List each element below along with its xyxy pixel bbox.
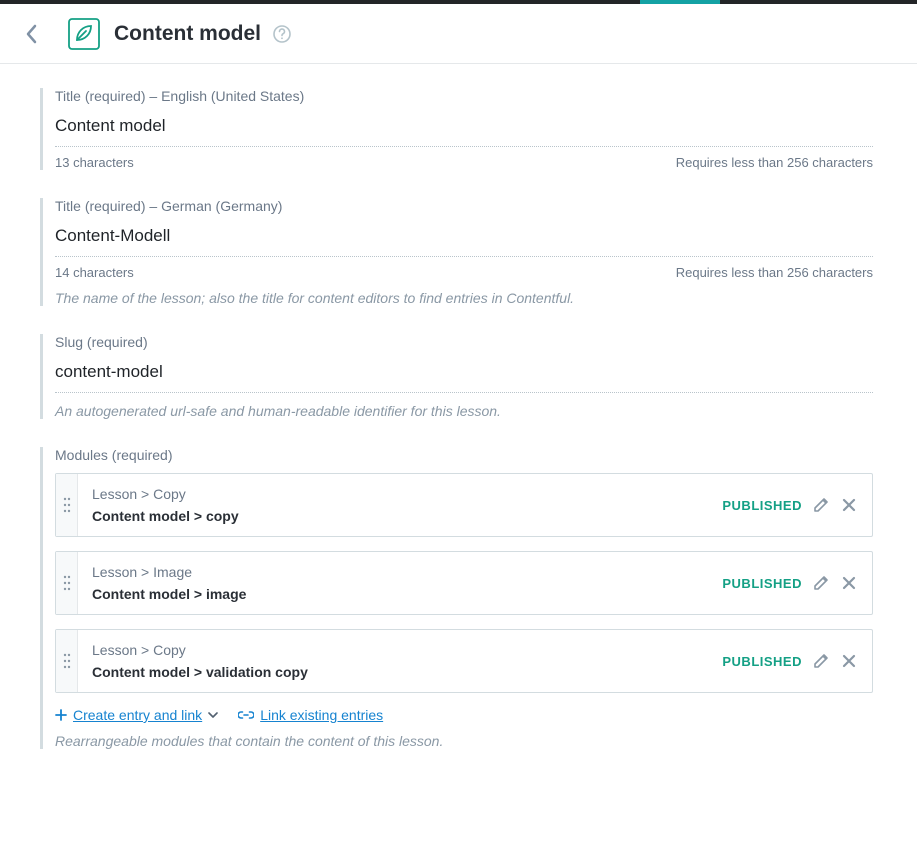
back-button[interactable] (20, 22, 44, 46)
module-footer: Create entry and link Link existing entr… (55, 707, 873, 723)
status-badge: PUBLISHED (722, 498, 802, 513)
drag-handle[interactable] (56, 630, 78, 692)
content-area: Title (required) – English (United State… (0, 64, 917, 789)
chevron-left-icon (25, 24, 39, 44)
divider (55, 392, 873, 393)
char-count: 14 characters (55, 265, 134, 280)
field-meta: 13 characters Requires less than 256 cha… (55, 155, 873, 170)
create-entry-button[interactable]: Create entry and link (55, 707, 218, 723)
status-badge: PUBLISHED (722, 654, 802, 669)
field-title-de: Title (required) – German (Germany) 14 c… (40, 198, 873, 306)
drag-icon (63, 574, 71, 592)
field-help: The name of the lesson; also the title f… (55, 290, 873, 306)
module-body[interactable]: Lesson > Image Content model > image PUB… (78, 552, 872, 614)
field-help: An autogenerated url-safe and human-read… (55, 403, 873, 419)
field-slug: Slug (required) An autogenerated url-saf… (40, 334, 873, 419)
module-card: Lesson > Image Content model > image PUB… (55, 551, 873, 615)
status-badge: PUBLISHED (722, 576, 802, 591)
pencil-icon (813, 653, 829, 669)
divider (55, 256, 873, 257)
field-label: Modules (required) (55, 447, 873, 463)
field-title-en: Title (required) – English (United State… (40, 88, 873, 170)
field-meta: 14 characters Requires less than 256 cha… (55, 265, 873, 280)
module-title: Content model > copy (92, 508, 722, 524)
module-type: Lesson > Copy (92, 642, 722, 658)
content-type-icon (68, 18, 100, 50)
module-card: Lesson > Copy Content model > copy PUBLI… (55, 473, 873, 537)
link-icon (238, 709, 254, 721)
drag-icon (63, 652, 71, 670)
link-existing-button[interactable]: Link existing entries (238, 707, 383, 723)
module-type: Lesson > Image (92, 564, 722, 580)
help-icon (273, 25, 291, 43)
plus-icon (55, 709, 67, 721)
create-entry-label: Create entry and link (73, 707, 202, 723)
drag-icon (63, 496, 71, 514)
char-limit: Requires less than 256 characters (676, 265, 873, 280)
title-de-input[interactable] (55, 224, 873, 250)
help-button[interactable] (273, 25, 291, 43)
title-en-input[interactable] (55, 114, 873, 140)
remove-button[interactable] (840, 652, 858, 670)
module-card: Lesson > Copy Content model > validation… (55, 629, 873, 693)
pencil-icon (813, 575, 829, 591)
drag-handle[interactable] (56, 552, 78, 614)
divider (55, 146, 873, 147)
edit-button[interactable] (812, 496, 830, 514)
char-limit: Requires less than 256 characters (676, 155, 873, 170)
edit-button[interactable] (812, 574, 830, 592)
field-label: Title (required) – German (Germany) (55, 198, 873, 214)
close-icon (842, 576, 856, 590)
field-modules: Modules (required) Lesson > Copy Content… (40, 447, 873, 749)
drag-handle[interactable] (56, 474, 78, 536)
link-existing-label: Link existing entries (260, 707, 383, 723)
field-help: Rearrangeable modules that contain the c… (55, 733, 873, 749)
page-title: Content model (114, 22, 261, 46)
page-header: Content model (0, 4, 917, 64)
leaf-icon (68, 18, 100, 50)
char-count: 13 characters (55, 155, 134, 170)
module-body[interactable]: Lesson > Copy Content model > validation… (78, 630, 872, 692)
pencil-icon (813, 497, 829, 513)
close-icon (842, 654, 856, 668)
module-title: Content model > validation copy (92, 664, 722, 680)
slug-input[interactable] (55, 360, 873, 386)
edit-button[interactable] (812, 652, 830, 670)
module-title: Content model > image (92, 586, 722, 602)
remove-button[interactable] (840, 496, 858, 514)
remove-button[interactable] (840, 574, 858, 592)
field-label: Slug (required) (55, 334, 873, 350)
module-body[interactable]: Lesson > Copy Content model > copy PUBLI… (78, 474, 872, 536)
module-type: Lesson > Copy (92, 486, 722, 502)
chevron-down-icon (208, 710, 218, 720)
close-icon (842, 498, 856, 512)
topbar-accent (640, 0, 720, 4)
field-label: Title (required) – English (United State… (55, 88, 873, 104)
